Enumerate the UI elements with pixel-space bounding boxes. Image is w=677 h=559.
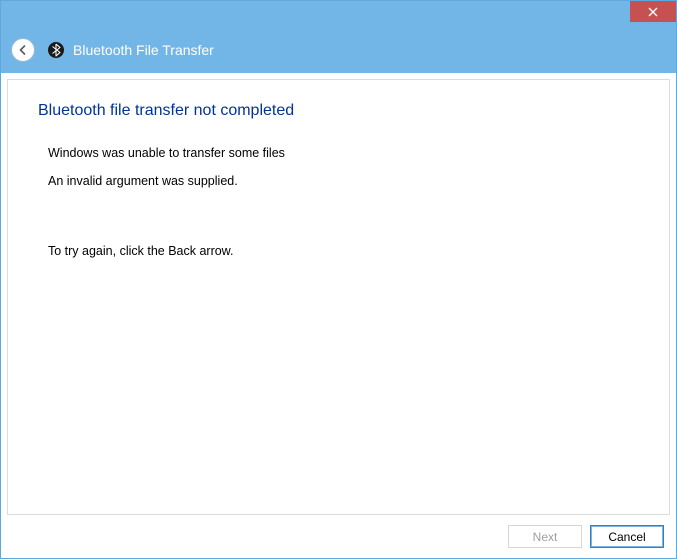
wizard-window: Bluetooth File Transfer Bluetooth file t… xyxy=(0,0,677,559)
content-wrap: Bluetooth file transfer not completed Wi… xyxy=(1,73,676,558)
message-line-2: An invalid argument was supplied. xyxy=(38,174,639,188)
back-arrow-icon xyxy=(16,43,30,57)
cancel-button[interactable]: Cancel xyxy=(590,525,664,548)
titlebar xyxy=(1,1,676,33)
button-row: Next Cancel xyxy=(7,515,670,552)
content-panel: Bluetooth file transfer not completed Wi… xyxy=(7,79,670,515)
wizard-title: Bluetooth File Transfer xyxy=(73,42,214,58)
next-button: Next xyxy=(508,525,582,548)
message-line-3: To try again, click the Back arrow. xyxy=(38,244,639,258)
message-line-1: Windows was unable to transfer some file… xyxy=(38,146,639,160)
close-icon xyxy=(648,7,658,17)
back-button[interactable] xyxy=(11,38,35,62)
bluetooth-icon xyxy=(47,41,65,59)
wizard-header: Bluetooth File Transfer xyxy=(1,33,676,73)
close-button[interactable] xyxy=(630,1,676,22)
page-heading: Bluetooth file transfer not completed xyxy=(38,102,639,120)
